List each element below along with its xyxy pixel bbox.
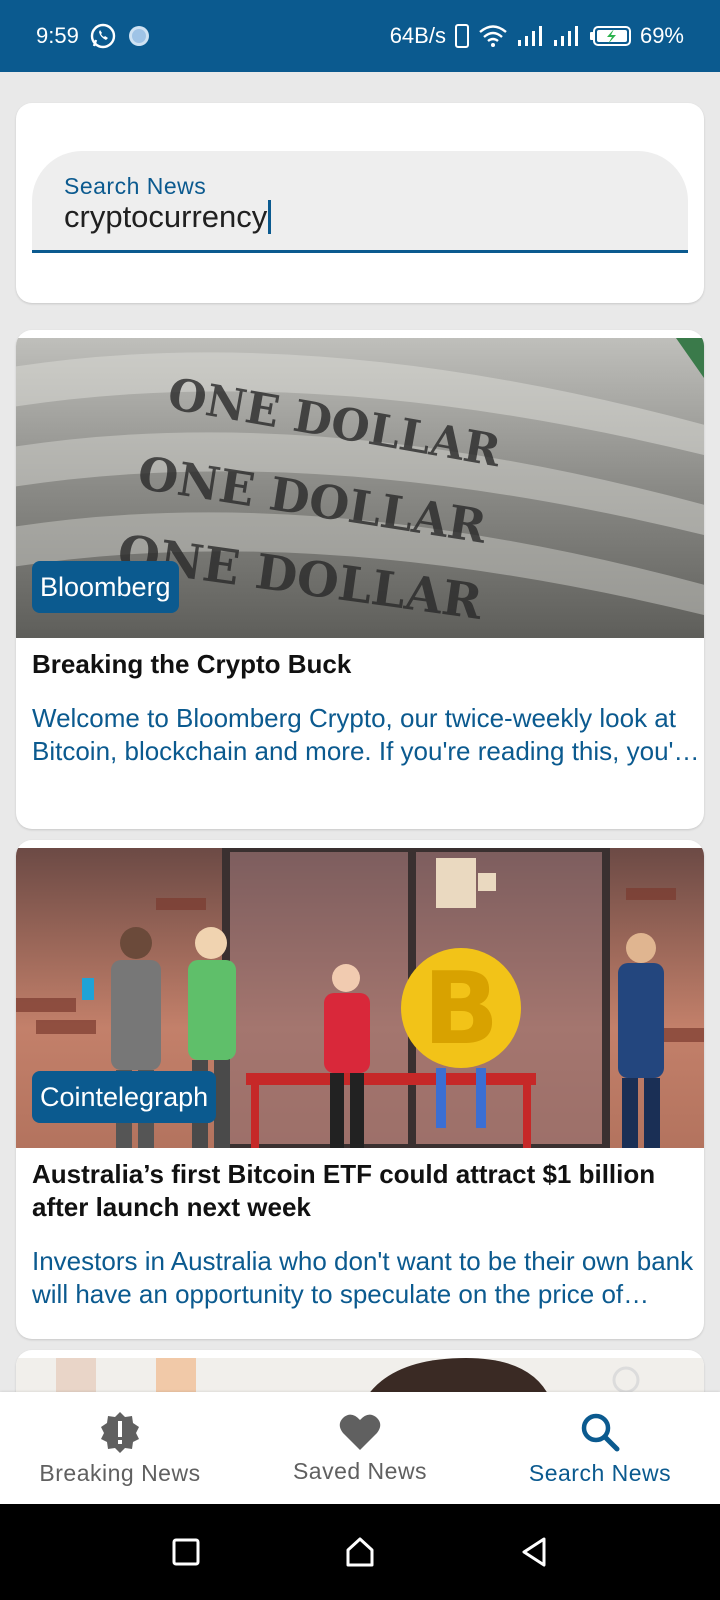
alert-badge-icon xyxy=(98,1410,142,1454)
text-caret xyxy=(268,200,272,234)
source-badge: Bloomberg xyxy=(32,561,179,613)
search-input[interactable]: Search News cryptocurrency xyxy=(32,151,688,253)
search-card: Search News cryptocurrency xyxy=(16,103,704,303)
search-value[interactable]: cryptocurrency xyxy=(64,199,267,235)
whatsapp-icon xyxy=(89,22,117,50)
search-icon xyxy=(578,1410,622,1454)
home-icon[interactable] xyxy=(344,1536,376,1568)
recent-apps-icon[interactable] xyxy=(171,1537,201,1567)
article-card[interactable]: B Cointelegraph Australia’s first Bitcoi… xyxy=(16,840,704,1339)
article-description: Investors in Australia who don't want to… xyxy=(32,1246,694,1309)
source-badge: Cointelegraph xyxy=(32,1071,217,1123)
article-card[interactable]: ONE DOLLAR ONE DOLLAR ONE DOLLAR Bloombe… xyxy=(16,330,704,829)
bottom-navigation: Breaking News Saved News Search News xyxy=(0,1392,720,1504)
battery-charging-icon xyxy=(588,24,632,48)
wifi-icon xyxy=(478,24,508,48)
status-bar: 9:59 64B/s 69% xyxy=(0,0,720,72)
system-navigation-bar xyxy=(0,1504,720,1600)
signal-icon xyxy=(516,24,544,48)
svg-text:B: B xyxy=(423,950,499,1067)
network-speed: 64B/s xyxy=(389,23,446,48)
nav-label: Breaking News xyxy=(39,1459,201,1486)
nav-label: Saved News xyxy=(292,1457,428,1484)
article-title: Breaking the Crypto Buck xyxy=(32,649,352,679)
notification-dot-icon xyxy=(127,24,151,48)
nav-saved-news[interactable]: Saved News xyxy=(240,1392,480,1504)
phone-icon xyxy=(454,23,470,49)
nav-label: Search News xyxy=(528,1459,672,1486)
battery-percent: 69% xyxy=(639,23,684,48)
article-title: Australia’s first Bitcoin ETF could attr… xyxy=(32,1159,656,1222)
nav-breaking-news[interactable]: Breaking News xyxy=(0,1392,240,1504)
article-description: Welcome to Bloomberg Crypto, our twice-w… xyxy=(32,703,697,766)
search-value-wrapper[interactable]: cryptocurrency xyxy=(64,199,272,235)
nav-search-news[interactable]: Search News xyxy=(480,1392,720,1504)
signal-icon xyxy=(552,24,580,48)
status-left: 9:59 xyxy=(36,22,151,50)
back-icon[interactable] xyxy=(519,1536,549,1568)
status-right: 64B/s 69% xyxy=(390,23,684,49)
search-label: Search News xyxy=(64,173,207,199)
heart-icon xyxy=(338,1412,382,1452)
status-time: 9:59 xyxy=(36,23,79,48)
